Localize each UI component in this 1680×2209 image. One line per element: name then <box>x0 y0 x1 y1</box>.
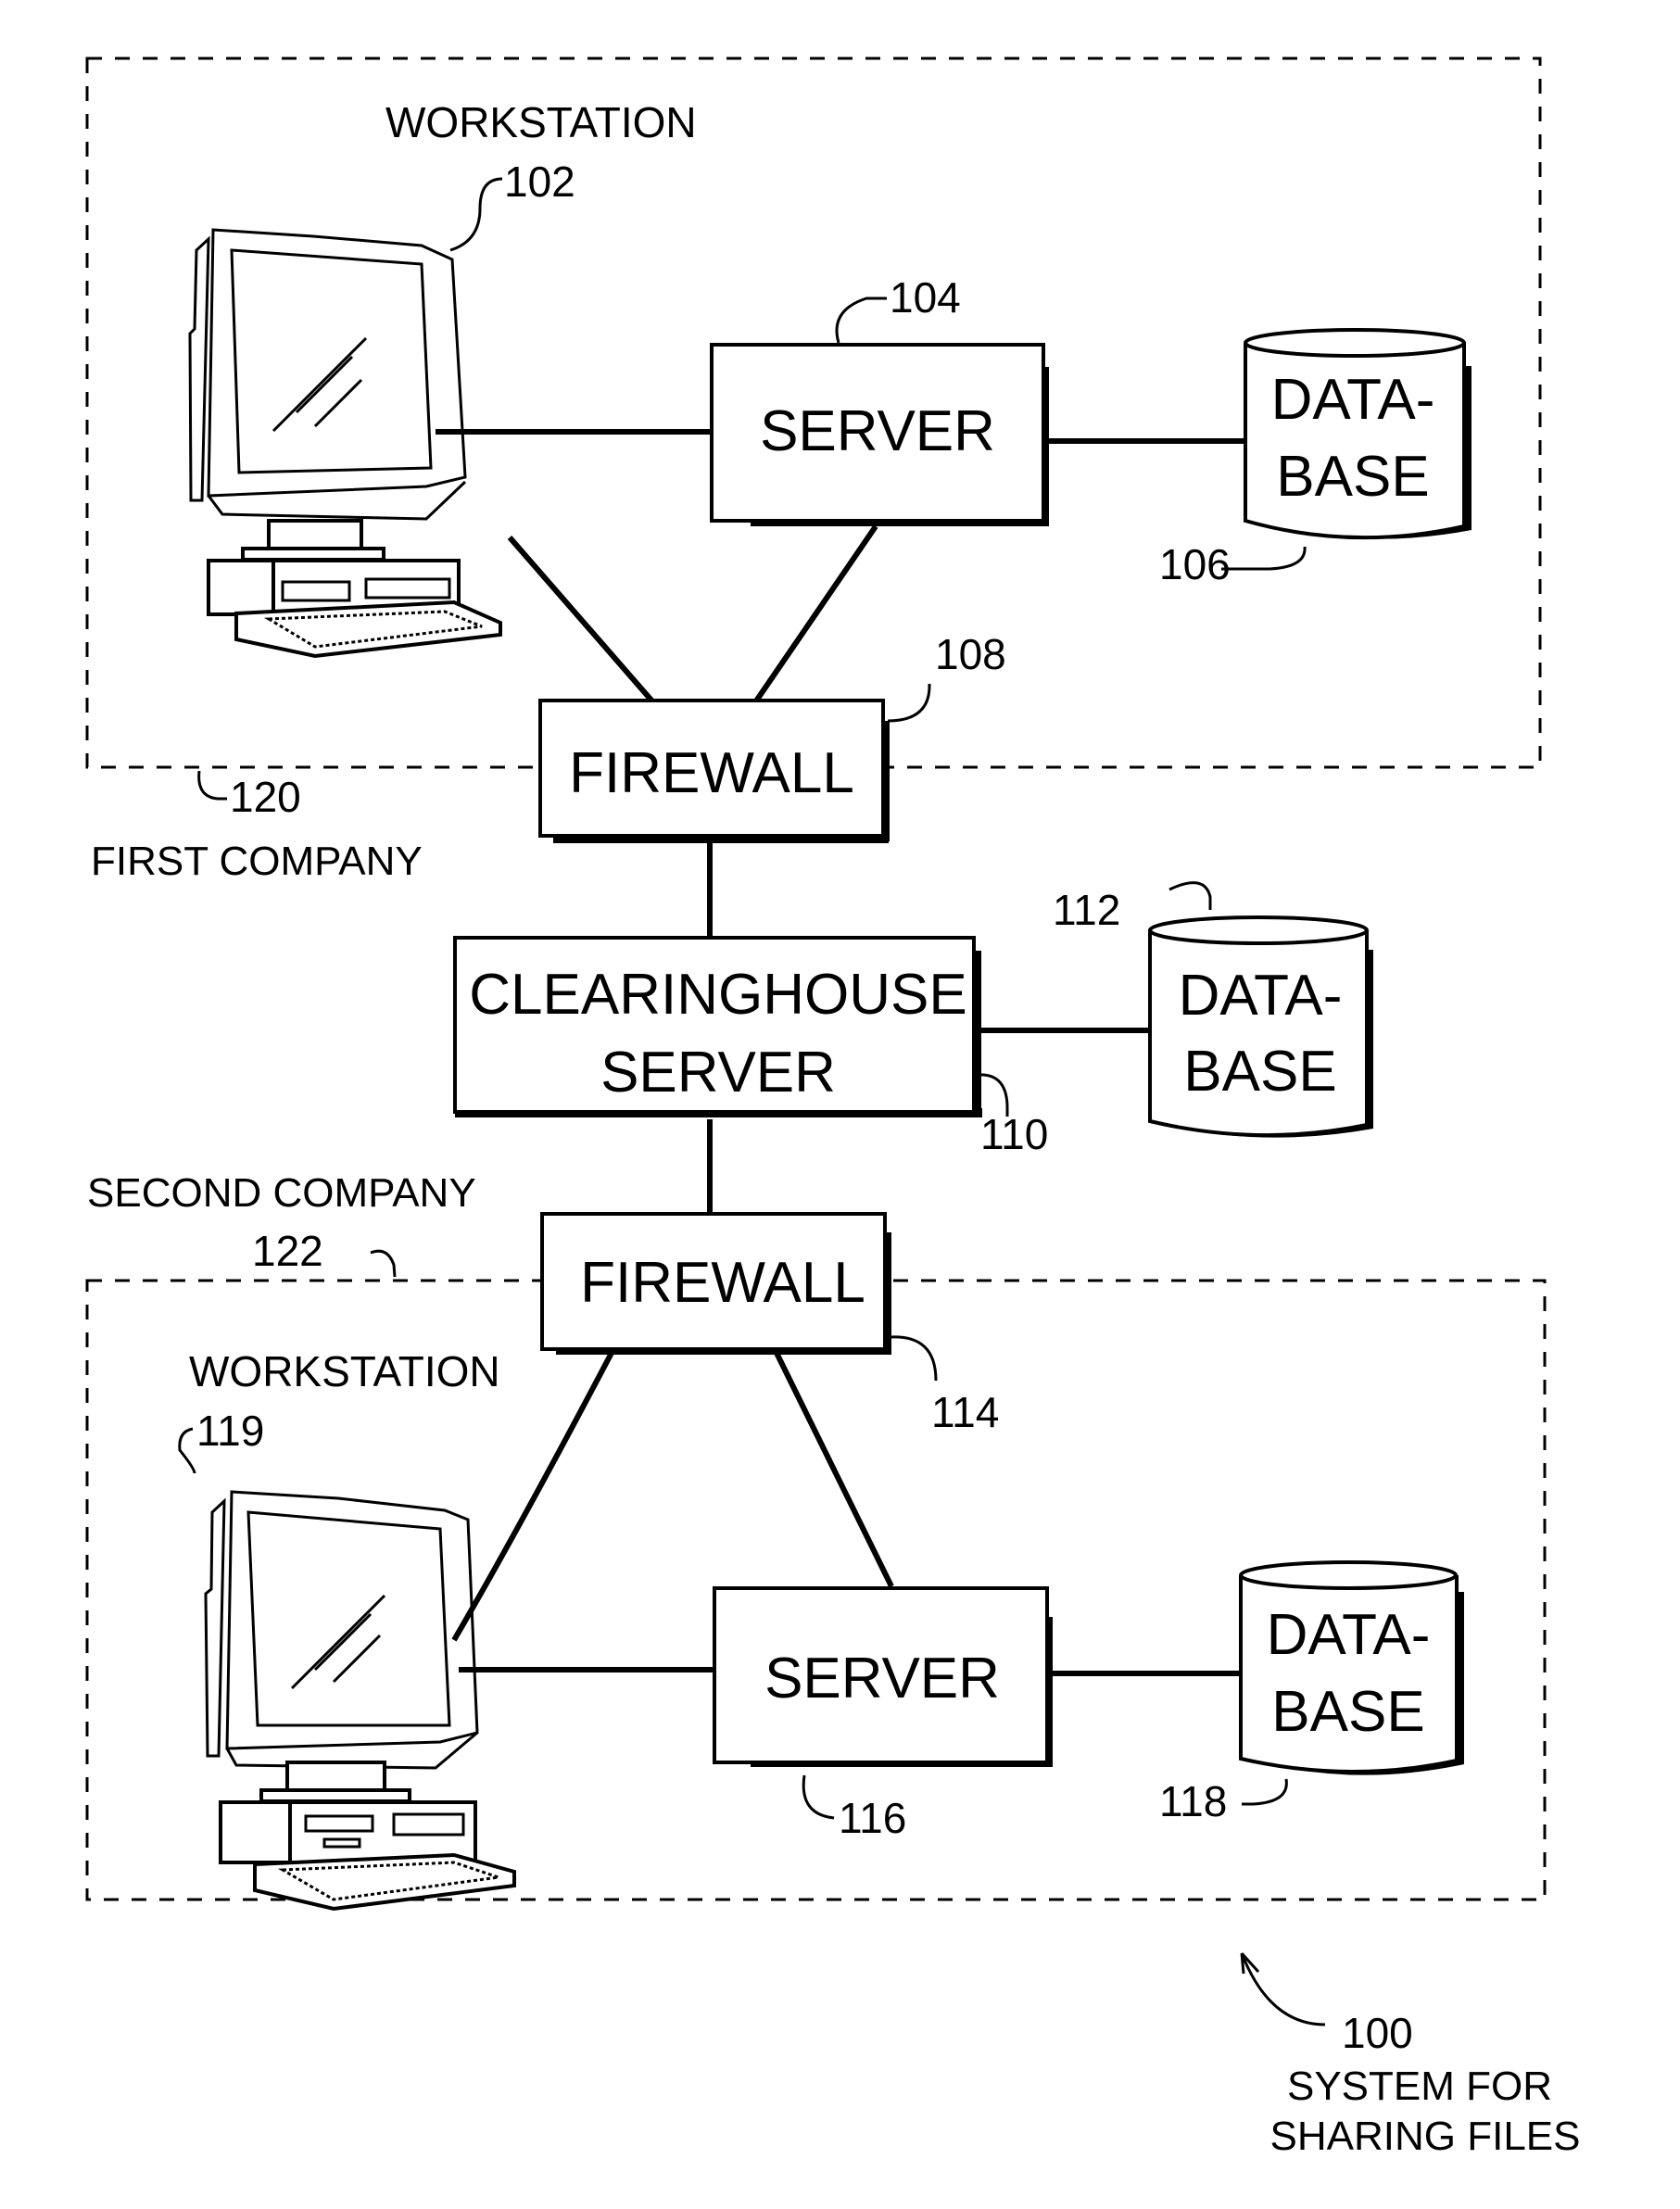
leader-119 <box>178 1427 196 1474</box>
ref-106: 106 <box>1159 540 1231 588</box>
connection-firewall2-server2 <box>774 1351 894 1588</box>
leader-108 <box>887 684 931 723</box>
figure-reference-100: 100 SYSTEM FOR SHARING FILES <box>1240 1951 1581 2159</box>
clearinghouse-server-110: CLEARINGHOUSE SERVER 110 <box>453 936 1048 1158</box>
leader-118 <box>1242 1778 1288 1806</box>
clearinghouse-label-line1: CLEARINGHOUSE <box>469 963 966 1027</box>
workstation-102-label: WORKSTATION <box>385 98 697 146</box>
server-104-label: SERVER <box>760 399 995 463</box>
figure-caption-line1: SYSTEM FOR <box>1287 2064 1552 2109</box>
database-112-label-line1: DATA- <box>1179 964 1343 1028</box>
ref-114: 114 <box>931 1388 999 1436</box>
leader-112 <box>1168 881 1212 910</box>
ref-119: 119 <box>196 1407 264 1455</box>
ref-102: 102 <box>504 158 575 206</box>
database-106-label-line2: BASE <box>1276 445 1429 509</box>
leader-102 <box>449 177 503 252</box>
database-106: DATA- BASE 106 <box>1159 328 1472 588</box>
firewall-108: FIREWALL 108 <box>538 630 1006 843</box>
ref-120: 120 <box>230 773 301 821</box>
server-116-label: SERVER <box>764 1647 1000 1710</box>
first-company-label: FIRST COMPANY <box>91 839 423 884</box>
arrow-100 <box>1240 1952 1326 2026</box>
ref-118: 118 <box>1159 1777 1227 1825</box>
ref-122: 122 <box>252 1227 323 1275</box>
leader-120 <box>197 770 227 801</box>
database-112: DATA- BASE 112 <box>1053 881 1373 1138</box>
ref-100: 100 <box>1342 2009 1413 2057</box>
leader-114 <box>889 1335 938 1382</box>
ref-116: 116 <box>839 1794 906 1842</box>
figure-caption-line2: SHARING FILES <box>1270 2114 1581 2159</box>
ref-110: 110 <box>980 1110 1048 1158</box>
database-106-label-line1: DATA- <box>1271 368 1435 432</box>
firewall-108-label: FIREWALL <box>569 741 854 805</box>
connection-server1-firewall1 <box>752 524 878 704</box>
workstation-119-label: WORKSTATION <box>189 1347 500 1395</box>
ref-108: 108 <box>935 630 1006 678</box>
first-company-label-group: 120 FIRST COMPANY <box>91 770 423 884</box>
firewall-114-label: FIREWALL <box>580 1251 865 1315</box>
ref-112: 112 <box>1053 886 1120 934</box>
database-112-label-line2: BASE <box>1183 1040 1336 1104</box>
workstation-102: WORKSTATION 102 <box>188 98 697 659</box>
computer-icon <box>204 1490 516 1912</box>
leader-116 <box>802 1774 835 1820</box>
leader-122 <box>370 1249 397 1278</box>
server-116: SERVER 116 <box>713 1586 1053 1842</box>
leader-106 <box>1221 546 1307 571</box>
ref-104: 104 <box>890 273 961 322</box>
firewall-114: FIREWALL 114 <box>540 1212 999 1436</box>
file-sharing-system-diagram: WORKSTATION 102 SERVER 104 DATA- BASE 10… <box>85 57 1581 2159</box>
leader-104 <box>835 297 887 344</box>
database-118-label-line1: DATA- <box>1267 1603 1431 1667</box>
clearinghouse-label-line2: SERVER <box>600 1041 836 1104</box>
second-company-label-group: SECOND COMPANY 122 <box>87 1170 476 1278</box>
second-company-label: SECOND COMPANY <box>87 1170 476 1216</box>
connection-workstation1-firewall1 <box>507 536 656 704</box>
computer-icon <box>188 228 502 659</box>
database-118: DATA- BASE 118 <box>1159 1560 1464 1825</box>
server-104: SERVER 104 <box>710 273 1049 526</box>
database-118-label-line2: BASE <box>1271 1680 1424 1744</box>
connection-firewall2-workstation2 <box>451 1351 614 1642</box>
